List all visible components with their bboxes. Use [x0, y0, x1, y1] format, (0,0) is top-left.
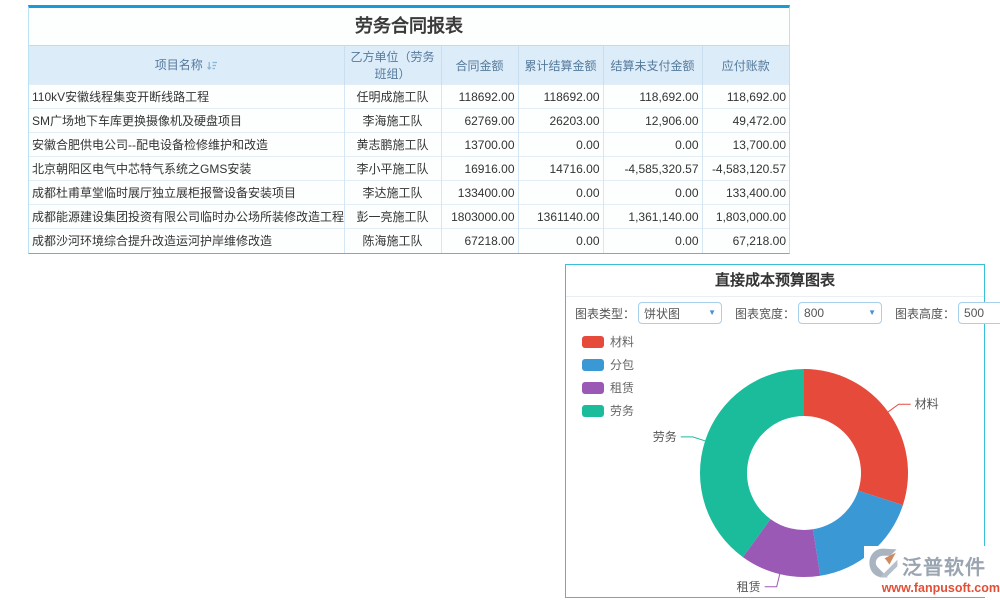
payable-amount-cell: 118,692.00	[702, 85, 789, 109]
unpaid-amount-cell: 0.00	[603, 181, 702, 205]
col-header-payable: 应付账款	[702, 46, 789, 85]
pie-label: 租赁	[737, 580, 761, 594]
unpaid-amount-cell: 1,361,140.00	[603, 205, 702, 229]
chart-type-group: 图表类型： 饼状图 ▼	[575, 302, 722, 324]
report-title: 劳务合同报表	[29, 8, 789, 46]
contract-amount-cell: 133400.00	[441, 181, 518, 205]
chart-width-label: 图表宽度：	[735, 305, 795, 322]
contractor-unit-cell: 彭一亮施工队	[344, 205, 441, 229]
chart-type-select[interactable]: 饼状图 ▼	[638, 302, 722, 324]
payable-amount-cell: 67,218.00	[702, 229, 789, 253]
settled-amount-cell: 14716.00	[518, 157, 603, 181]
chart-width-select[interactable]: 800 ▼	[798, 302, 882, 324]
payable-amount-cell: 49,472.00	[702, 109, 789, 133]
project-name-link[interactable]: 成都能源建设集团投资有限公司临时办公场所装修改造工程EPC	[29, 205, 344, 229]
col-header-contractor-unit: 乙方单位（劳务班组）	[344, 46, 441, 85]
contract-amount-cell: 62769.00	[441, 109, 518, 133]
unpaid-amount-cell: 12,906.00	[603, 109, 702, 133]
table-row: 成都能源建设集团投资有限公司临时办公场所装修改造工程EPC彭一亮施工队18030…	[29, 205, 789, 229]
chart-type-label: 图表类型：	[575, 305, 635, 322]
watermark-brand: 泛普软件	[902, 551, 986, 580]
legend-item-租赁[interactable]: 租赁	[582, 379, 634, 396]
settled-amount-cell: 0.00	[518, 133, 603, 157]
contractor-unit-cell: 李小平施工队	[344, 157, 441, 181]
settled-amount-cell: 0.00	[518, 181, 603, 205]
chart-legend: 材料分包租赁劳务	[582, 333, 634, 425]
settled-amount-cell: 118692.00	[518, 85, 603, 109]
settled-amount-cell: 26203.00	[518, 109, 603, 133]
chart-controls: 图表类型： 饼状图 ▼ 图表宽度： 800 ▼ 图表高度： 500 ▼	[566, 297, 984, 329]
project-name-link[interactable]: 北京朝阳区电气中芯特气系统之GMS安装	[29, 157, 344, 181]
col-header-unpaid-amount: 结算未支付金额	[603, 46, 702, 85]
legend-swatch	[582, 359, 604, 371]
col-header-settled-amount: 累计结算金额	[518, 46, 603, 85]
sort-icon[interactable]	[207, 60, 218, 74]
unpaid-amount-cell: 118,692.00	[603, 85, 702, 109]
table-row: SM广场地下车库更换摄像机及硬盘项目李海施工队62769.0026203.001…	[29, 109, 789, 133]
contract-amount-cell: 16916.00	[441, 157, 518, 181]
chart-height-label: 图表高度：	[895, 305, 955, 322]
table-row: 安徽合肥供电公司--配电设备检修维护和改造黄志鹏施工队13700.000.000…	[29, 133, 789, 157]
legend-swatch	[582, 382, 604, 394]
fanpu-logo-icon	[866, 547, 900, 584]
settled-amount-cell: 0.00	[518, 229, 603, 253]
page: 劳务合同报表 项目名称 乙方单位（劳务班组） 合同金额 累计结算金额 结算未支付…	[0, 0, 1000, 600]
legend-label: 分包	[610, 356, 634, 373]
settled-amount-cell: 1361140.00	[518, 205, 603, 229]
project-name-link[interactable]: 110kV安徽线程集变开断线路工程	[29, 85, 344, 109]
table-row: 成都杜甫草堂临时展厅独立展柜报警设备安装项目李达施工队133400.000.00…	[29, 181, 789, 205]
table-row: 成都沙河环境综合提升改造运河护岸维修改造陈海施工队67218.000.000.0…	[29, 229, 789, 253]
unpaid-amount-cell: -4,585,320.57	[603, 157, 702, 181]
contractor-unit-cell: 李达施工队	[344, 181, 441, 205]
col-header-contract-amount: 合同金额	[441, 46, 518, 85]
project-name-link[interactable]: SM广场地下车库更换摄像机及硬盘项目	[29, 109, 344, 133]
chart-height-group: 图表高度： 500 ▼	[895, 302, 1000, 324]
table-row: 北京朝阳区电气中芯特气系统之GMS安装李小平施工队16916.0014716.0…	[29, 157, 789, 181]
legend-label: 材料	[610, 333, 634, 350]
payable-amount-cell: 13,700.00	[702, 133, 789, 157]
legend-swatch	[582, 336, 604, 348]
pie-label: 材料	[915, 397, 939, 411]
chart-width-group: 图表宽度： 800 ▼	[735, 302, 882, 324]
unpaid-amount-cell: 0.00	[603, 133, 702, 157]
col-header-project-name[interactable]: 项目名称	[29, 46, 344, 85]
pie-label-line	[765, 573, 780, 587]
chevron-down-icon: ▼	[708, 309, 716, 317]
legend-swatch	[582, 405, 604, 417]
chart-title: 直接成本预算图表	[566, 265, 984, 297]
project-name-link[interactable]: 成都沙河环境综合提升改造运河护岸维修改造	[29, 229, 344, 253]
chart-height-select[interactable]: 500 ▼	[958, 302, 1000, 324]
contract-amount-cell: 67218.00	[441, 229, 518, 253]
legend-label: 劳务	[610, 402, 634, 419]
legend-label: 租赁	[610, 379, 634, 396]
contractor-unit-cell: 陈海施工队	[344, 229, 441, 253]
contract-amount-cell: 13700.00	[441, 133, 518, 157]
pie-label-line	[681, 437, 706, 441]
watermark-url[interactable]: www.fanpusoft.com	[866, 581, 1000, 595]
watermark: 泛普软件 www.fanpusoft.com	[864, 546, 1000, 597]
contractor-unit-cell: 李海施工队	[344, 109, 441, 133]
payable-amount-cell: 1,803,000.00	[702, 205, 789, 229]
payable-amount-cell: 133,400.00	[702, 181, 789, 205]
table-row: 110kV安徽线程集变开断线路工程任明成施工队118692.00118692.0…	[29, 85, 789, 109]
legend-item-材料[interactable]: 材料	[582, 333, 634, 350]
legend-item-劳务[interactable]: 劳务	[582, 402, 634, 419]
labor-contract-table: 项目名称 乙方单位（劳务班组） 合同金额 累计结算金额 结算未支付金额 应付账款…	[29, 46, 789, 253]
chevron-down-icon: ▼	[868, 309, 876, 317]
contract-amount-cell: 118692.00	[441, 85, 518, 109]
pie-slice-材料[interactable]	[804, 369, 908, 505]
table-body: 110kV安徽线程集变开断线路工程任明成施工队118692.00118692.0…	[29, 85, 789, 253]
legend-item-分包[interactable]: 分包	[582, 356, 634, 373]
payable-amount-cell: -4,583,120.57	[702, 157, 789, 181]
pie-label-line	[887, 404, 910, 412]
table-header-row: 项目名称 乙方单位（劳务班组） 合同金额 累计结算金额 结算未支付金额 应付账款	[29, 46, 789, 85]
unpaid-amount-cell: 0.00	[603, 229, 702, 253]
contract-amount-cell: 1803000.00	[441, 205, 518, 229]
contractor-unit-cell: 黄志鹏施工队	[344, 133, 441, 157]
labor-contract-report-panel: 劳务合同报表 项目名称 乙方单位（劳务班组） 合同金额 累计结算金额 结算未支付…	[28, 5, 790, 254]
project-name-link[interactable]: 安徽合肥供电公司--配电设备检修维护和改造	[29, 133, 344, 157]
contractor-unit-cell: 任明成施工队	[344, 85, 441, 109]
project-name-link[interactable]: 成都杜甫草堂临时展厅独立展柜报警设备安装项目	[29, 181, 344, 205]
pie-label: 劳务	[653, 429, 677, 444]
